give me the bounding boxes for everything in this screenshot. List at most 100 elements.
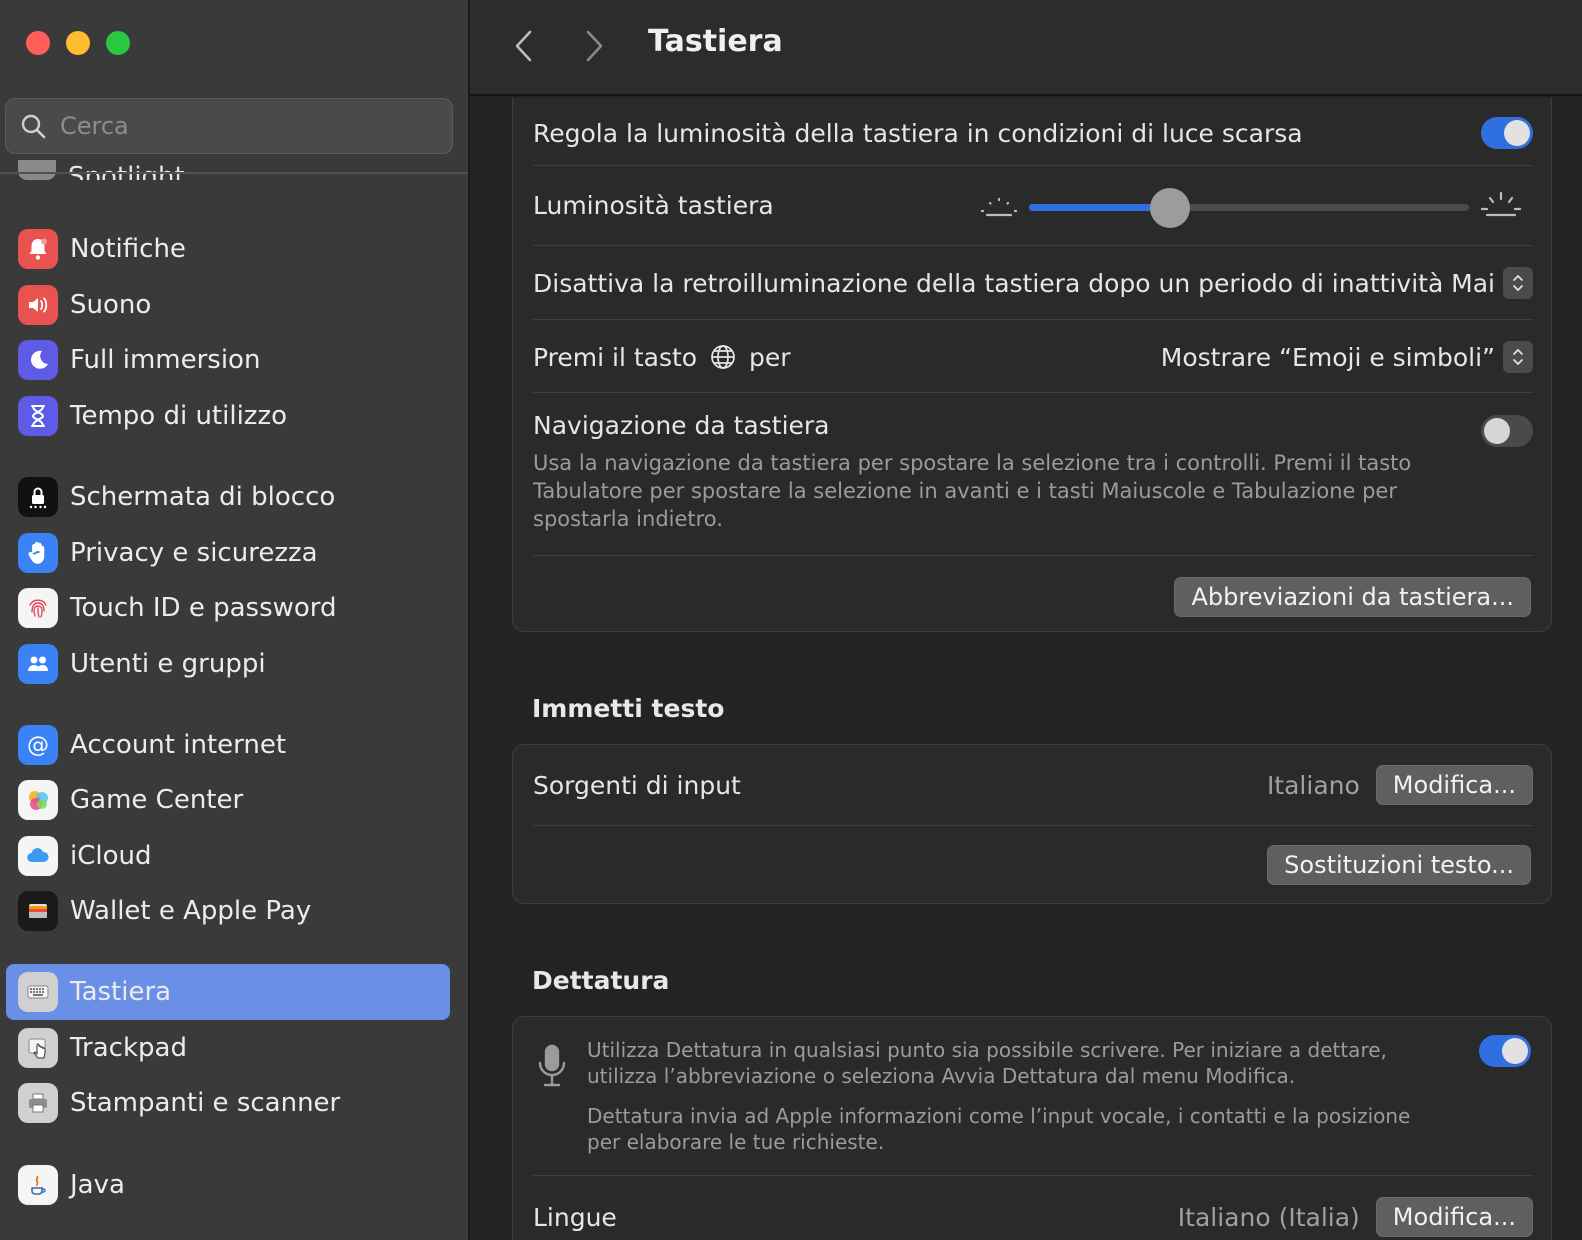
sidebar-item-label: iCloud	[70, 841, 152, 871]
sidebar-item-spotlight-partial[interactable]: Spotlight	[18, 150, 185, 180]
back-button[interactable]	[508, 26, 538, 66]
at-icon: @	[18, 725, 58, 765]
text-input-card: Sorgenti di input Italiano Modifica... S…	[512, 744, 1552, 904]
sidebar-item-label: Full immersion	[70, 345, 261, 375]
toolbar: Tastiera	[470, 0, 1582, 96]
keyboard-navigation-toggle[interactable]	[1481, 415, 1533, 447]
sidebar-item-touch-id-e-password[interactable]: Touch ID e password	[6, 580, 450, 636]
dictation-toggle[interactable]	[1479, 1035, 1531, 1067]
sidebar-item-utenti-e-gruppi[interactable]: Utenti e gruppi	[6, 636, 450, 692]
dictation-languages-edit-button[interactable]: Modifica...	[1375, 1197, 1533, 1237]
moon-icon	[18, 340, 58, 380]
sidebar-item-label: Notifiche	[70, 234, 186, 264]
keyboard-settings-card: Regola la luminosità della tastiera in c…	[512, 98, 1552, 632]
text-replacements-button[interactable]: Sostituzioni testo...	[1267, 845, 1531, 885]
trackpad-icon	[18, 1028, 58, 1068]
divider	[533, 392, 1533, 393]
sidebar-item-icloud[interactable]: iCloud	[6, 828, 450, 884]
sidebar-item-label: Privacy e sicurezza	[70, 538, 318, 568]
sidebar-item-privacy-e-sicurezza[interactable]: Privacy e sicurezza	[6, 525, 450, 581]
brightness-high-icon	[1480, 191, 1522, 217]
divider	[533, 825, 1533, 826]
globe-key-value: Mostrare “Emoji e simboli”	[1160, 342, 1495, 372]
hand-icon	[18, 533, 58, 573]
sidebar: Spotlight Notifiche Suono Full immersion…	[0, 0, 470, 1240]
divider	[533, 1175, 1533, 1176]
chevron-right-icon	[586, 30, 603, 62]
sidebar-item-label: Touch ID e password	[70, 593, 337, 623]
search-field[interactable]	[5, 98, 453, 154]
backlight-off-value: Mai	[1451, 268, 1495, 298]
sidebar-item-suono[interactable]: Suono	[6, 277, 450, 333]
divider	[533, 165, 1533, 166]
keyboard-icon	[18, 972, 58, 1012]
window-controls	[26, 31, 130, 55]
java-icon	[18, 1165, 58, 1205]
input-sources-value: Italiano	[1266, 770, 1360, 800]
divider	[533, 245, 1533, 246]
keyboard-shortcuts-button[interactable]: Abbreviazioni da tastiera...	[1174, 577, 1531, 617]
wallet-icon	[18, 891, 58, 931]
globe-icon	[711, 344, 735, 369]
brightness-slider[interactable]	[1029, 188, 1469, 228]
sidebar-item-java[interactable]: Java	[6, 1157, 450, 1213]
sidebar-item-schermata-di-blocco[interactable]: Schermata di blocco	[6, 469, 450, 525]
input-sources-row: Sorgenti di input Italiano Modifica...	[533, 765, 1533, 805]
sidebar-item-tastiera[interactable]: Tastiera	[6, 964, 450, 1020]
sidebar-item-label: Schermata di blocco	[70, 482, 336, 512]
text-input-section-title: Immetti testo	[532, 694, 725, 723]
sidebar-item-label: Account internet	[70, 730, 287, 760]
sidebar-item-trackpad[interactable]: Trackpad	[6, 1020, 450, 1076]
sidebar-item-full-immersion[interactable]: Full immersion	[6, 332, 450, 388]
brightness-auto-row: Regola la luminosità della tastiera in c…	[533, 113, 1533, 153]
divider	[533, 319, 1533, 320]
brightness-slider-fill	[1029, 204, 1170, 211]
dictation-languages-label: Lingue	[533, 1202, 617, 1232]
brightness-slider-thumb[interactable]	[1149, 188, 1190, 228]
input-sources-edit-button[interactable]: Modifica...	[1375, 765, 1533, 805]
close-window-button[interactable]	[26, 31, 50, 55]
minimize-window-button[interactable]	[66, 31, 90, 55]
brightness-auto-toggle[interactable]	[1481, 117, 1533, 149]
search-icon	[21, 114, 46, 139]
backlight-off-popup[interactable]: Mai	[1451, 267, 1533, 299]
backlight-off-label: Disattiva la retroilluminazione della ta…	[533, 268, 1444, 298]
backlight-off-row: Disattiva la retroilluminazione della ta…	[533, 263, 1533, 303]
page-title: Tastiera	[648, 24, 783, 59]
hourglass-icon	[18, 396, 58, 436]
divider	[533, 555, 1533, 556]
brightness-auto-label: Regola la luminosità della tastiera in c…	[533, 118, 1303, 148]
dictation-description: Utilizza Dettatura in qualsiasi punto si…	[587, 1038, 1387, 1088]
dictation-languages-value: Italiano (Italia)	[1177, 1202, 1360, 1232]
globe-key-popup[interactable]: Mostrare “Emoji e simboli”	[1161, 341, 1533, 373]
bell-icon	[18, 229, 58, 269]
zoom-window-button[interactable]	[106, 31, 130, 55]
sidebar-item-tempo-di-utilizzo[interactable]: Tempo di utilizzo	[6, 388, 450, 444]
svg-text:@: @	[27, 733, 49, 758]
sidebar-item-account-internet[interactable]: @ Account internet	[6, 717, 450, 773]
dictation-privacy-note: Dettatura invia ad Apple informazioni co…	[587, 1104, 1411, 1154]
main-pane: Tastiera Regola la luminosità della tast…	[470, 0, 1582, 1240]
dictation-card: Utilizza Dettatura in qualsiasi punto si…	[512, 1016, 1552, 1240]
lock-icon	[18, 477, 58, 517]
keyboard-navigation-row: Navigazione da tastiera	[533, 411, 1533, 451]
sidebar-item-wallet-e-apple-pay[interactable]: Wallet e Apple Pay	[6, 883, 450, 939]
sidebar-item-notifiche[interactable]: Notifiche	[6, 221, 450, 277]
microphone-icon	[538, 1044, 566, 1087]
cloud-icon	[18, 836, 58, 876]
globe-key-label-after: per	[748, 342, 791, 372]
brightness-low-icon	[980, 197, 1018, 217]
game-center-icon	[18, 780, 58, 820]
forward-button[interactable]	[580, 26, 610, 66]
sidebar-item-label: Stampanti e scanner	[70, 1088, 341, 1118]
brightness-label: Luminosità tastiera	[533, 190, 774, 220]
sidebar-item-stampanti-e-scanner[interactable]: Stampanti e scanner	[6, 1075, 450, 1131]
search-input[interactable]	[60, 112, 420, 140]
chevron-left-icon	[515, 30, 532, 62]
users-icon	[18, 644, 58, 684]
speaker-icon	[18, 285, 58, 325]
globe-key-label-before: Premi il tasto	[533, 342, 698, 372]
dictation-section-title: Dettatura	[532, 966, 670, 995]
input-sources-label: Sorgenti di input	[533, 770, 741, 800]
sidebar-item-game-center[interactable]: Game Center	[6, 772, 450, 828]
